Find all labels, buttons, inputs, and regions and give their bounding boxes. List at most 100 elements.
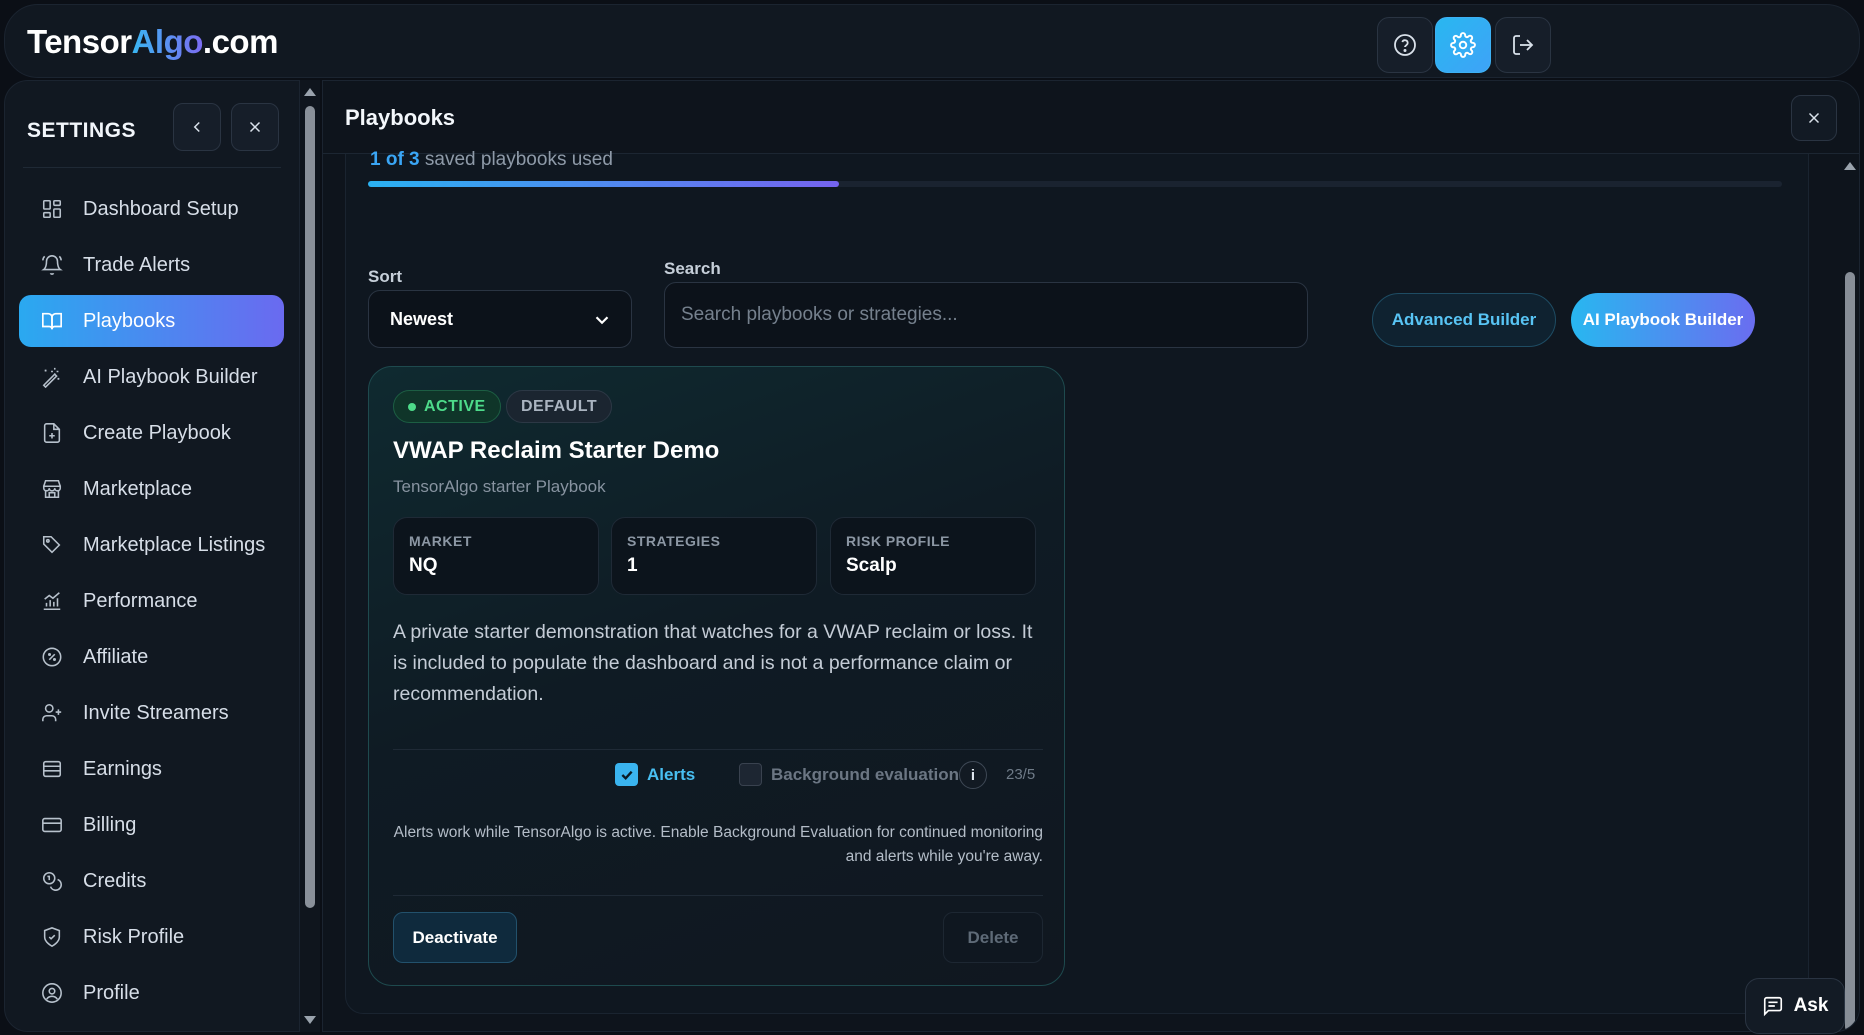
scroll-up-arrow-icon[interactable] — [1844, 162, 1856, 170]
scroll-up-arrow-icon[interactable] — [304, 88, 316, 96]
sidebar-item-trade-alerts[interactable]: Trade Alerts — [19, 239, 284, 291]
chevron-left-icon — [193, 121, 200, 133]
panel-close-button[interactable] — [1791, 95, 1837, 141]
panel-scroll-thumb[interactable] — [1845, 272, 1855, 1031]
sidebar-item-label: Credits — [83, 869, 147, 892]
page-title: Playbooks — [345, 105, 456, 130]
sidebar-item-marketplace-listings[interactable]: Marketplace Listings — [19, 519, 284, 571]
alert-controls: Alerts Background evaluation i 23/5 — [393, 761, 1043, 789]
help-button[interactable] — [1377, 17, 1433, 73]
stat-strategies: STRATEGIES 1 — [611, 517, 817, 595]
playbook-description: A private starter demonstration that wat… — [393, 621, 1033, 705]
sidebar-item-label: Performance — [83, 589, 198, 612]
sidebar-item-label: Dashboard Setup — [83, 197, 239, 220]
sidebar-item-billing[interactable]: Billing — [19, 799, 284, 851]
sidebar-scroll-thumb[interactable] — [305, 106, 315, 908]
user-plus-icon — [39, 700, 65, 726]
sidebar-item-label: Invite Streamers — [83, 701, 229, 724]
logout-button[interactable] — [1495, 17, 1551, 73]
sidebar-item-label: Risk Profile — [83, 925, 185, 948]
dashboard-icon — [39, 196, 65, 222]
sidebar-item-ai-playbook-builder[interactable]: AI Playbook Builder — [19, 351, 284, 403]
card-divider — [393, 895, 1043, 896]
brand-logo[interactable]: TensorAlgo.com — [27, 23, 278, 61]
sidebar-item-risk-profile[interactable]: Risk Profile — [19, 911, 284, 963]
sidebar-item-label: Marketplace — [83, 477, 192, 500]
background-evaluation-label[interactable]: Background evaluation — [771, 765, 959, 785]
stat-value: Scalp — [846, 555, 897, 576]
sort-value: Newest — [390, 308, 454, 329]
deactivate-button[interactable]: Deactivate — [393, 912, 517, 963]
stat-value: NQ — [409, 555, 438, 576]
settings-button[interactable] — [1435, 17, 1491, 73]
close-icon — [249, 121, 261, 133]
playbook-subtitle: TensorAlgo starter Playbook — [393, 477, 606, 496]
panel-header: Playbooks — [323, 81, 1859, 154]
info-icon[interactable]: i — [959, 761, 987, 789]
sidebar-item-invite-streamers[interactable]: Invite Streamers — [19, 687, 284, 739]
delete-button[interactable]: Delete — [943, 912, 1043, 963]
usage-text: 1 of 3 saved playbooks used — [370, 149, 613, 171]
close-icon — [1808, 112, 1820, 124]
sidebar-item-affiliate[interactable]: Affiliate — [19, 631, 284, 683]
advanced-builder-button[interactable]: Advanced Builder — [1372, 293, 1556, 347]
usage-count: 1 of 3 — [370, 149, 420, 170]
sidebar-back-button[interactable] — [173, 103, 221, 151]
stat-value: 1 — [627, 555, 638, 576]
sort-select[interactable]: Newest — [368, 290, 632, 348]
chat-icon — [1763, 996, 1782, 1017]
alerts-label[interactable]: Alerts — [647, 765, 695, 785]
alerts-note: Alerts work while TensorAlgo is active. … — [393, 824, 1043, 865]
chevron-down-icon — [595, 316, 609, 325]
sidebar-item-dashboard-setup[interactable]: Dashboard Setup — [19, 183, 284, 235]
sidebar-item-label: Playbooks — [83, 309, 176, 332]
bell-icon — [39, 252, 65, 278]
alerts-checkbox[interactable] — [615, 763, 638, 786]
credit-card-icon — [39, 812, 65, 838]
sidebar-scrollbar[interactable] — [300, 80, 320, 1032]
ai-playbook-builder-button[interactable]: AI Playbook Builder — [1571, 293, 1755, 347]
stat-key: MARKET — [409, 533, 472, 549]
sidebar-item-marketplace[interactable]: Marketplace — [19, 463, 284, 515]
search-input[interactable] — [664, 282, 1308, 348]
sidebar-divider — [23, 167, 281, 168]
usage-progress-fill — [368, 181, 839, 187]
coins-icon — [39, 868, 65, 894]
sidebar-title: SETTINGS — [27, 119, 137, 142]
tags-icon — [39, 532, 65, 558]
usage-label: saved playbooks used — [419, 149, 613, 170]
sidebar-item-label: Earnings — [83, 757, 162, 780]
playbooks-panel: Playbooks 1 of 3 saved playbooks used So… — [322, 80, 1860, 1032]
magic-wand-icon — [39, 364, 65, 390]
sidebar-item-profile[interactable]: Profile — [19, 967, 284, 1019]
sidebar-item-credits[interactable]: Credits — [19, 855, 284, 907]
store-icon — [39, 476, 65, 502]
sidebar-item-label: Create Playbook — [83, 421, 231, 444]
sidebar-item-earnings[interactable]: Earnings — [19, 743, 284, 795]
settings-sidebar: SETTINGS Dashboard Setup Trade Alerts Pl… — [4, 80, 300, 1032]
user-circle-icon — [39, 980, 65, 1006]
logout-icon — [1513, 35, 1534, 55]
sidebar-nav: Dashboard Setup Trade Alerts Playbooks A… — [19, 183, 284, 1023]
stat-market: MARKET NQ — [393, 517, 599, 595]
stat-risk-profile: RISK PROFILE Scalp — [830, 517, 1036, 595]
sidebar-item-label: Billing — [83, 813, 137, 836]
default-badge: DEFAULT — [506, 390, 613, 423]
playbook-title: VWAP Reclaim Starter Demo — [393, 437, 720, 464]
ask-label: Ask — [1793, 995, 1829, 1016]
ask-button[interactable]: Ask — [1745, 978, 1845, 1034]
sidebar-item-create-playbook[interactable]: Create Playbook — [19, 407, 284, 459]
card-divider — [393, 749, 1043, 750]
sidebar-item-playbooks[interactable]: Playbooks — [19, 295, 284, 347]
sidebar-close-button[interactable] — [231, 103, 279, 151]
stat-key: RISK PROFILE — [846, 533, 951, 549]
sidebar-item-performance[interactable]: Performance — [19, 575, 284, 627]
chart-icon — [39, 588, 65, 614]
file-plus-icon — [39, 420, 65, 446]
panel-scrollbar[interactable] — [1841, 154, 1859, 1031]
book-icon — [39, 308, 65, 334]
background-evaluation-checkbox[interactable] — [739, 763, 762, 786]
scroll-down-arrow-icon[interactable] — [304, 1016, 316, 1024]
active-badge: ACTIVE — [393, 390, 501, 423]
usage-progress-bar — [368, 181, 1782, 187]
